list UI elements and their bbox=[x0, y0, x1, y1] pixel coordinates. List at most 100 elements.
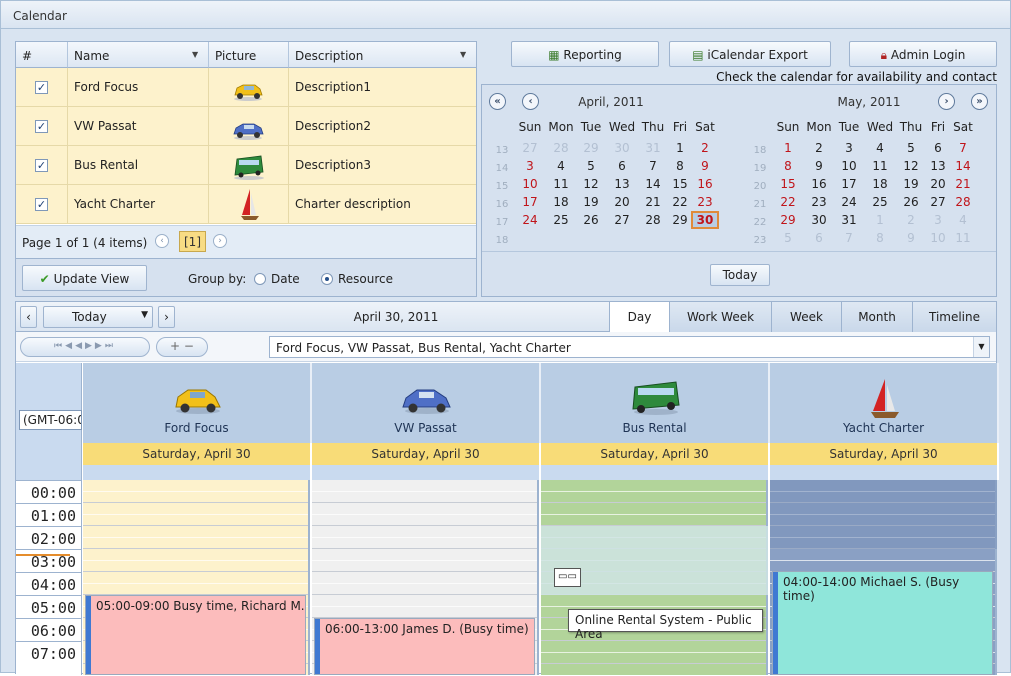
day-cell[interactable]: 10 bbox=[516, 177, 544, 191]
time-slot[interactable] bbox=[83, 492, 308, 503]
day-cell[interactable]: 24 bbox=[835, 195, 863, 209]
day-cell[interactable]: 6 bbox=[805, 231, 833, 245]
tab-day[interactable]: Day bbox=[609, 302, 669, 332]
table-row[interactable]: ✓ Ford Focus Description1 bbox=[16, 68, 476, 107]
day-cell[interactable]: 5 bbox=[577, 159, 605, 173]
day-cell[interactable]: 23 bbox=[805, 195, 833, 209]
prev-day-icon[interactable]: ‹ bbox=[20, 306, 37, 328]
filter-icon[interactable]: ▼ bbox=[460, 50, 468, 59]
time-slot[interactable] bbox=[312, 503, 537, 515]
day-cell[interactable]: 10 bbox=[924, 231, 952, 245]
day-cell[interactable]: 15 bbox=[666, 177, 694, 191]
day-cell[interactable]: 30 bbox=[608, 141, 636, 155]
all-day-area[interactable] bbox=[83, 465, 312, 480]
col-header-description[interactable]: Description ▼ bbox=[289, 42, 476, 68]
day-cell[interactable]: 11 bbox=[547, 177, 575, 191]
day-cell[interactable]: 25 bbox=[866, 195, 894, 209]
day-cell[interactable]: 8 bbox=[666, 159, 694, 173]
appointment-form-icon[interactable]: ▭▭ bbox=[554, 568, 581, 587]
day-cell[interactable]: 28 bbox=[949, 195, 977, 209]
selected-day[interactable]: 30 bbox=[691, 211, 719, 229]
prev-page-icon[interactable]: ‹ bbox=[155, 234, 169, 248]
resource-date-header[interactable]: Saturday, April 30 bbox=[541, 443, 770, 465]
day-cell[interactable]: 28 bbox=[547, 141, 575, 155]
time-slot[interactable] bbox=[83, 515, 308, 526]
day-cell[interactable]: 21 bbox=[949, 177, 977, 191]
all-day-area[interactable] bbox=[770, 465, 999, 480]
time-slot[interactable] bbox=[541, 492, 766, 503]
resource-filter-select[interactable]: Ford Focus, VW Passat, Bus Rental, Yacht… bbox=[269, 336, 990, 358]
day-cell[interactable]: 31 bbox=[835, 213, 863, 227]
time-slot[interactable] bbox=[312, 549, 537, 561]
time-slot[interactable] bbox=[312, 492, 537, 503]
day-cell[interactable]: 3 bbox=[835, 141, 863, 155]
day-cell[interactable]: 29 bbox=[774, 213, 802, 227]
time-slot[interactable] bbox=[83, 549, 308, 561]
time-slot[interactable] bbox=[541, 653, 766, 664]
row-checkbox[interactable]: ✓ bbox=[35, 120, 48, 133]
time-slot[interactable] bbox=[83, 572, 308, 584]
day-cell[interactable]: 26 bbox=[577, 213, 605, 227]
day-cell[interactable]: 29 bbox=[666, 213, 694, 227]
appointment[interactable]: 06:00-13:00 James D. (Busy time) bbox=[314, 618, 535, 675]
icalendar-export-button[interactable]: ▤ iCalendar Export bbox=[669, 41, 831, 67]
row-checkbox[interactable]: ✓ bbox=[35, 159, 48, 172]
day-cell[interactable]: 2 bbox=[691, 141, 719, 155]
group-by-date-radio[interactable] bbox=[254, 273, 266, 285]
resource-date-header[interactable]: Saturday, April 30 bbox=[770, 443, 999, 465]
all-day-area[interactable] bbox=[541, 465, 770, 480]
table-row[interactable]: ✓ VW Passat Description2 bbox=[16, 107, 476, 146]
chevron-down-icon[interactable]: ▼ bbox=[973, 337, 989, 357]
day-cell[interactable]: 30 bbox=[805, 213, 833, 227]
group-by-resource-radio[interactable] bbox=[321, 273, 333, 285]
time-slot[interactable] bbox=[312, 572, 537, 584]
day-cell[interactable]: 1 bbox=[666, 141, 694, 155]
time-slot[interactable] bbox=[83, 584, 308, 595]
day-cell[interactable]: 17 bbox=[835, 177, 863, 191]
resource-date-header[interactable]: Saturday, April 30 bbox=[312, 443, 541, 465]
fast-next-icon[interactable]: » bbox=[971, 93, 988, 110]
day-cell[interactable]: 3 bbox=[516, 159, 544, 173]
resource-nav-buttons[interactable]: ⏮◀◀▶▶⏭ bbox=[20, 337, 150, 357]
tab-work-week[interactable]: Work Week bbox=[669, 302, 771, 332]
next-day-icon[interactable]: › bbox=[158, 306, 175, 328]
time-slot[interactable] bbox=[312, 595, 537, 607]
resource-header[interactable]: Ford Focus bbox=[83, 363, 312, 443]
day-cell[interactable]: 13 bbox=[608, 177, 636, 191]
day-cell[interactable]: 8 bbox=[866, 231, 894, 245]
day-cell[interactable]: 26 bbox=[897, 195, 925, 209]
day-cell[interactable]: 11 bbox=[866, 159, 894, 173]
table-row[interactable]: ✓ Bus Rental Description3 bbox=[16, 146, 476, 185]
time-slot[interactable] bbox=[312, 584, 537, 595]
time-slot[interactable] bbox=[83, 561, 308, 572]
time-slot[interactable] bbox=[541, 515, 766, 526]
day-cell[interactable]: 14 bbox=[949, 159, 977, 173]
all-day-area[interactable] bbox=[312, 465, 541, 480]
day-cell[interactable]: 10 bbox=[835, 159, 863, 173]
day-cell[interactable]: 7 bbox=[949, 141, 977, 155]
day-cell[interactable]: 5 bbox=[774, 231, 802, 245]
time-slot[interactable] bbox=[312, 607, 537, 618]
time-slot[interactable] bbox=[541, 503, 766, 515]
day-cell[interactable]: 18 bbox=[547, 195, 575, 209]
time-slot[interactable] bbox=[312, 538, 537, 549]
day-cell[interactable]: 27 bbox=[608, 213, 636, 227]
time-slot[interactable] bbox=[312, 561, 537, 572]
day-cell[interactable]: 27 bbox=[516, 141, 544, 155]
time-slot[interactable] bbox=[312, 515, 537, 526]
time-slot[interactable] bbox=[312, 480, 537, 492]
day-cell[interactable]: 6 bbox=[924, 141, 952, 155]
day-cell[interactable]: 28 bbox=[639, 213, 667, 227]
time-slot[interactable] bbox=[83, 503, 308, 515]
tab-timeline[interactable]: Timeline bbox=[912, 302, 996, 332]
time-slot[interactable] bbox=[541, 480, 766, 492]
chevron-down-icon[interactable]: ▼ bbox=[141, 310, 148, 320]
day-cell[interactable]: 13 bbox=[924, 159, 952, 173]
day-cell[interactable]: 15 bbox=[774, 177, 802, 191]
day-cell[interactable]: 27 bbox=[924, 195, 952, 209]
time-slot[interactable] bbox=[83, 526, 308, 538]
day-cell[interactable]: 2 bbox=[805, 141, 833, 155]
day-cell[interactable]: 4 bbox=[949, 213, 977, 227]
day-cell[interactable]: 12 bbox=[897, 159, 925, 173]
row-checkbox[interactable]: ✓ bbox=[35, 198, 48, 211]
